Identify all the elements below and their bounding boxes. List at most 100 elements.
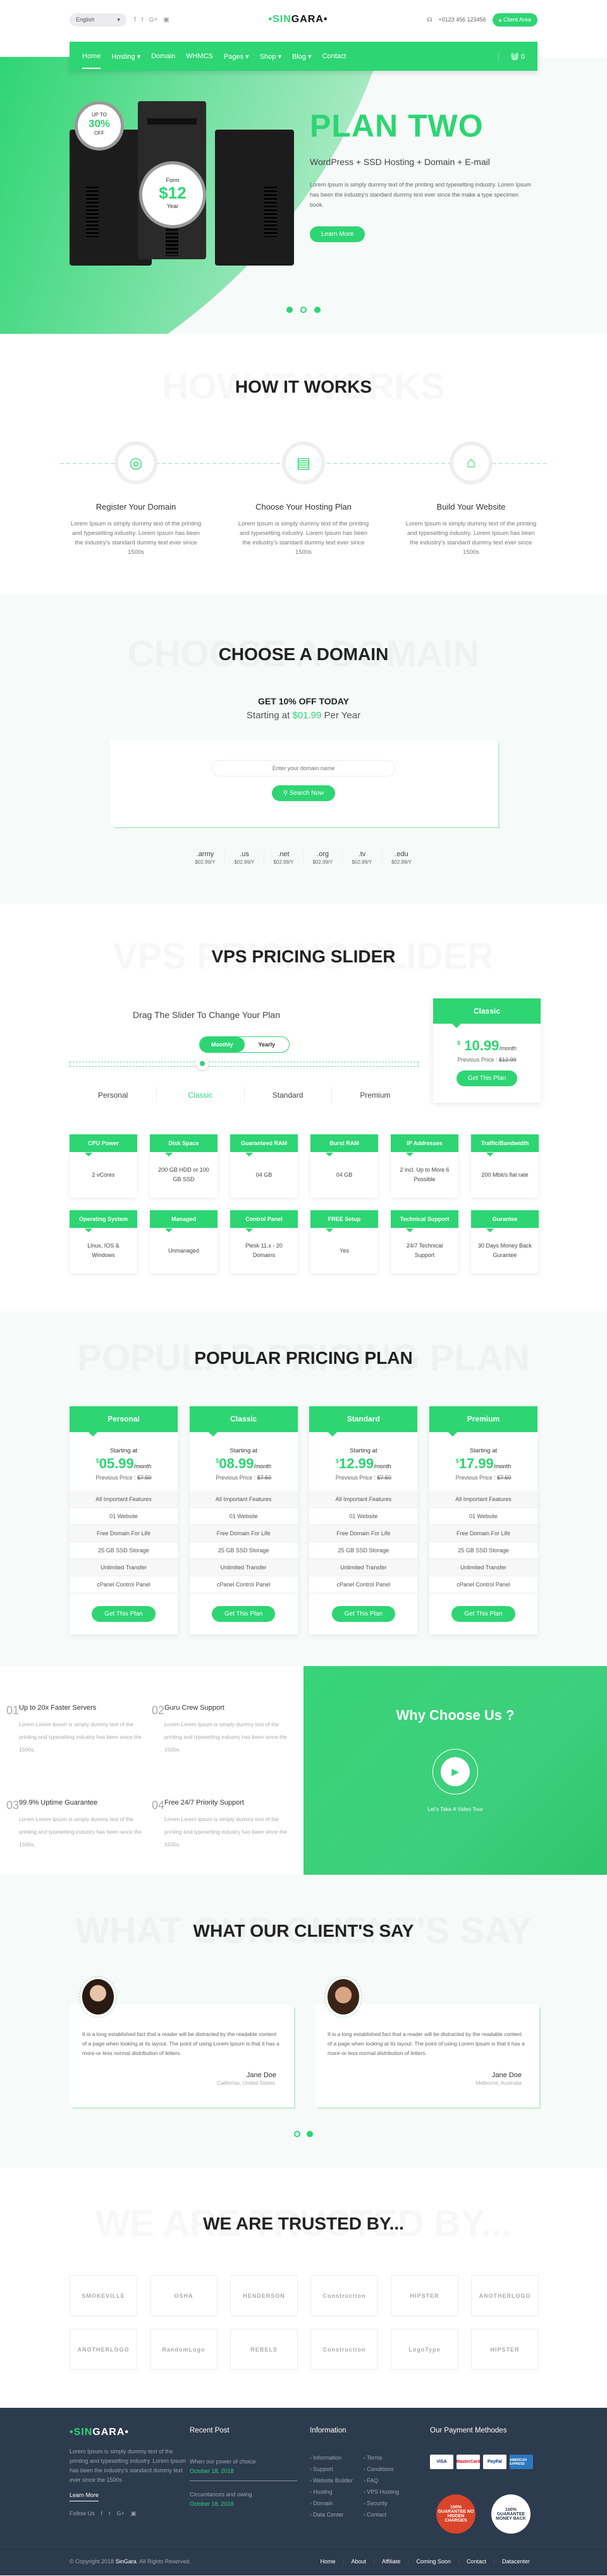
youtube-icon[interactable]: ▣ [131,2510,137,2517]
footer-link[interactable]: Data Center [310,2512,364,2518]
feature-item: 25 GB SSD Storage [70,1542,178,1559]
footer-nav-link[interactable]: Home [312,2558,343,2565]
twitter-icon[interactable]: t [109,2510,111,2517]
twitter-icon[interactable]: t [142,16,144,23]
footer-nav-link[interactable]: Datacenter [493,2558,537,2565]
plan-option[interactable]: Classic [157,1087,245,1103]
toggle-yearly[interactable]: Yearly [245,1037,290,1052]
nav-item-blog[interactable]: Blog ▾ [292,52,312,61]
footer-link[interactable]: Contact [364,2512,417,2518]
prev-label: Previous Price : [216,1475,257,1481]
nav-item-whmcs[interactable]: WHMCS [186,52,213,60]
toggle-monthly[interactable]: Monthly [200,1037,245,1052]
footer-link[interactable]: FAQ [364,2477,417,2484]
logo[interactable]: •SINGARA• [268,14,328,25]
billing-toggle[interactable]: Monthly Yearly [199,1036,290,1053]
testimonial-card: It is a long established fact that a rea… [315,1976,537,2106]
price-period: /month [133,1463,152,1469]
feature-title: Guaranteed RAM [230,1134,298,1156]
plan-option[interactable]: Personal [70,1087,157,1103]
feature-item: 01 Website [429,1508,537,1525]
why-item: 03 99.9% Uptime Guarantee Lorem Lorem Ipsu… [6,1799,152,1875]
google-plus-icon[interactable]: G+ [149,16,158,23]
how-it-works-section: HOW IT WORKSHOW IT WORKS ◎Register Your … [0,334,607,595]
recent-post[interactable]: Circumtances and owing October 18, 2018 [190,2487,297,2513]
nav-item-contact[interactable]: Contact [322,52,346,60]
footer-nav-link[interactable]: Affiliate [374,2558,408,2565]
plan-option[interactable]: Premium [332,1087,419,1103]
tld-extension: .army [196,850,214,858]
footer-nav-link[interactable]: About [343,2558,374,2565]
slider-dots [0,307,607,315]
nav-item-pages[interactable]: Pages ▾ [224,52,249,61]
feature-card: Traffic/Bandwidth 200 Mbit/s flat rate [471,1134,539,1198]
section-title: WE ARE TRUSTED BY... [203,2214,404,2233]
search-now-button[interactable]: ⚲ Search Now [271,785,336,801]
get-plan-button[interactable]: Get This Plan [92,1606,156,1622]
plan-slider[interactable] [70,1057,419,1070]
footer-link[interactable]: Conditions [364,2466,417,2472]
get-plan-button[interactable]: Get This Plan [456,1070,518,1086]
plan-name: Standard [309,1406,418,1437]
domain-search-input[interactable] [212,760,395,776]
lock-icon: 🔒︎ [498,16,503,23]
tld-item: .army $02.99/Y [186,850,225,866]
price-period: /month [374,1463,391,1469]
footer-link[interactable]: Hosting [310,2489,364,2495]
nav-item-hosting[interactable]: Hosting ▾ [111,52,140,61]
feature-title: Technical Support [391,1210,458,1232]
cart-button[interactable]: 🧺︎ 0 [498,52,525,61]
post-date: October 18, 2018 [190,2468,234,2474]
feature-value: 04 GB [336,1171,353,1178]
facebook-icon[interactable]: f [134,16,136,23]
slide-dot[interactable] [307,2131,313,2137]
post-date: October 18, 2018 [190,2501,234,2507]
slide-dot-active[interactable] [294,2131,300,2137]
footer-learn-more-link[interactable]: Learn More [70,2492,99,2501]
nav-item-shop[interactable]: Shop ▾ [260,52,281,61]
nav-item-home[interactable]: Home [82,52,101,69]
footer-logo[interactable]: •SINGARA• [70,2427,190,2438]
client-area-button[interactable]: 🔒︎ Client Area [492,13,537,27]
nav-item-domain[interactable]: Domain [151,52,175,60]
footer-nav-link[interactable]: Coming Soon [408,2558,458,2565]
google-plus-icon[interactable]: G+ [117,2510,125,2517]
client-info: Jane Doe California, United States. [217,2071,276,2087]
footer-nav-link[interactable]: Contact [458,2558,494,2565]
slider-handle[interactable] [196,1057,209,1070]
item-title: Guru Crew Support [164,1704,224,1712]
feature-title: IP Addresses [391,1134,458,1156]
learn-more-button[interactable]: Learn More [310,226,365,242]
price-value: 12.99 [339,1456,374,1471]
footer-link[interactable]: Domain [310,2500,364,2506]
footer-link[interactable]: Security [364,2500,417,2506]
client-logo: OSHA [150,2275,218,2316]
footer-link[interactable]: Support [310,2466,364,2472]
get-plan-button[interactable]: Get This Plan [331,1606,396,1622]
play-video-button[interactable]: ▶ [432,1749,478,1794]
feature-item: Unlimited Transfer [429,1559,537,1576]
footer-link[interactable]: Website Builder [310,2477,364,2484]
starting-label: Starting at [109,1447,138,1454]
get-plan-button[interactable]: Get This Plan [211,1606,276,1622]
slider-instruction: Drag The Slider To Change Your Plan [133,1010,280,1020]
tld-item: .edu $02.99/Y [382,850,421,866]
item-content: 99.9% Uptime Guarantee Lorem Lorem Ipsum … [19,1799,152,1875]
feature-item: Free Domain For Life [309,1525,418,1542]
footer-link[interactable]: VPS Hosting [364,2489,417,2495]
top-bar: English ▾ f t G+ ▣ •SINGARA• ☊ +0123 456 1234… [70,0,537,39]
footer-link[interactable]: Information [310,2455,364,2461]
plan-option[interactable]: Standard [245,1087,332,1103]
selected-plan-card: Classic $ 10.99/month Previous Price : $… [433,998,541,1103]
slide-dot[interactable] [286,307,293,313]
facebook-icon[interactable]: f [101,2510,103,2517]
footer-link[interactable]: Terms [364,2455,417,2461]
item-text: Lorem Lorem Ipsum is simply dummy text o… [19,1721,142,1753]
slide-dot[interactable] [314,307,321,313]
get-plan-button[interactable]: Get This Plan [451,1606,515,1622]
language-select[interactable]: English ▾ [70,13,126,27]
slide-dot-active[interactable] [300,307,307,313]
recent-post[interactable]: When our power of choice October 18, 2018 [190,2455,297,2481]
youtube-icon[interactable]: ▣ [163,16,169,23]
plan-price: $12.99/month [309,1456,417,1472]
